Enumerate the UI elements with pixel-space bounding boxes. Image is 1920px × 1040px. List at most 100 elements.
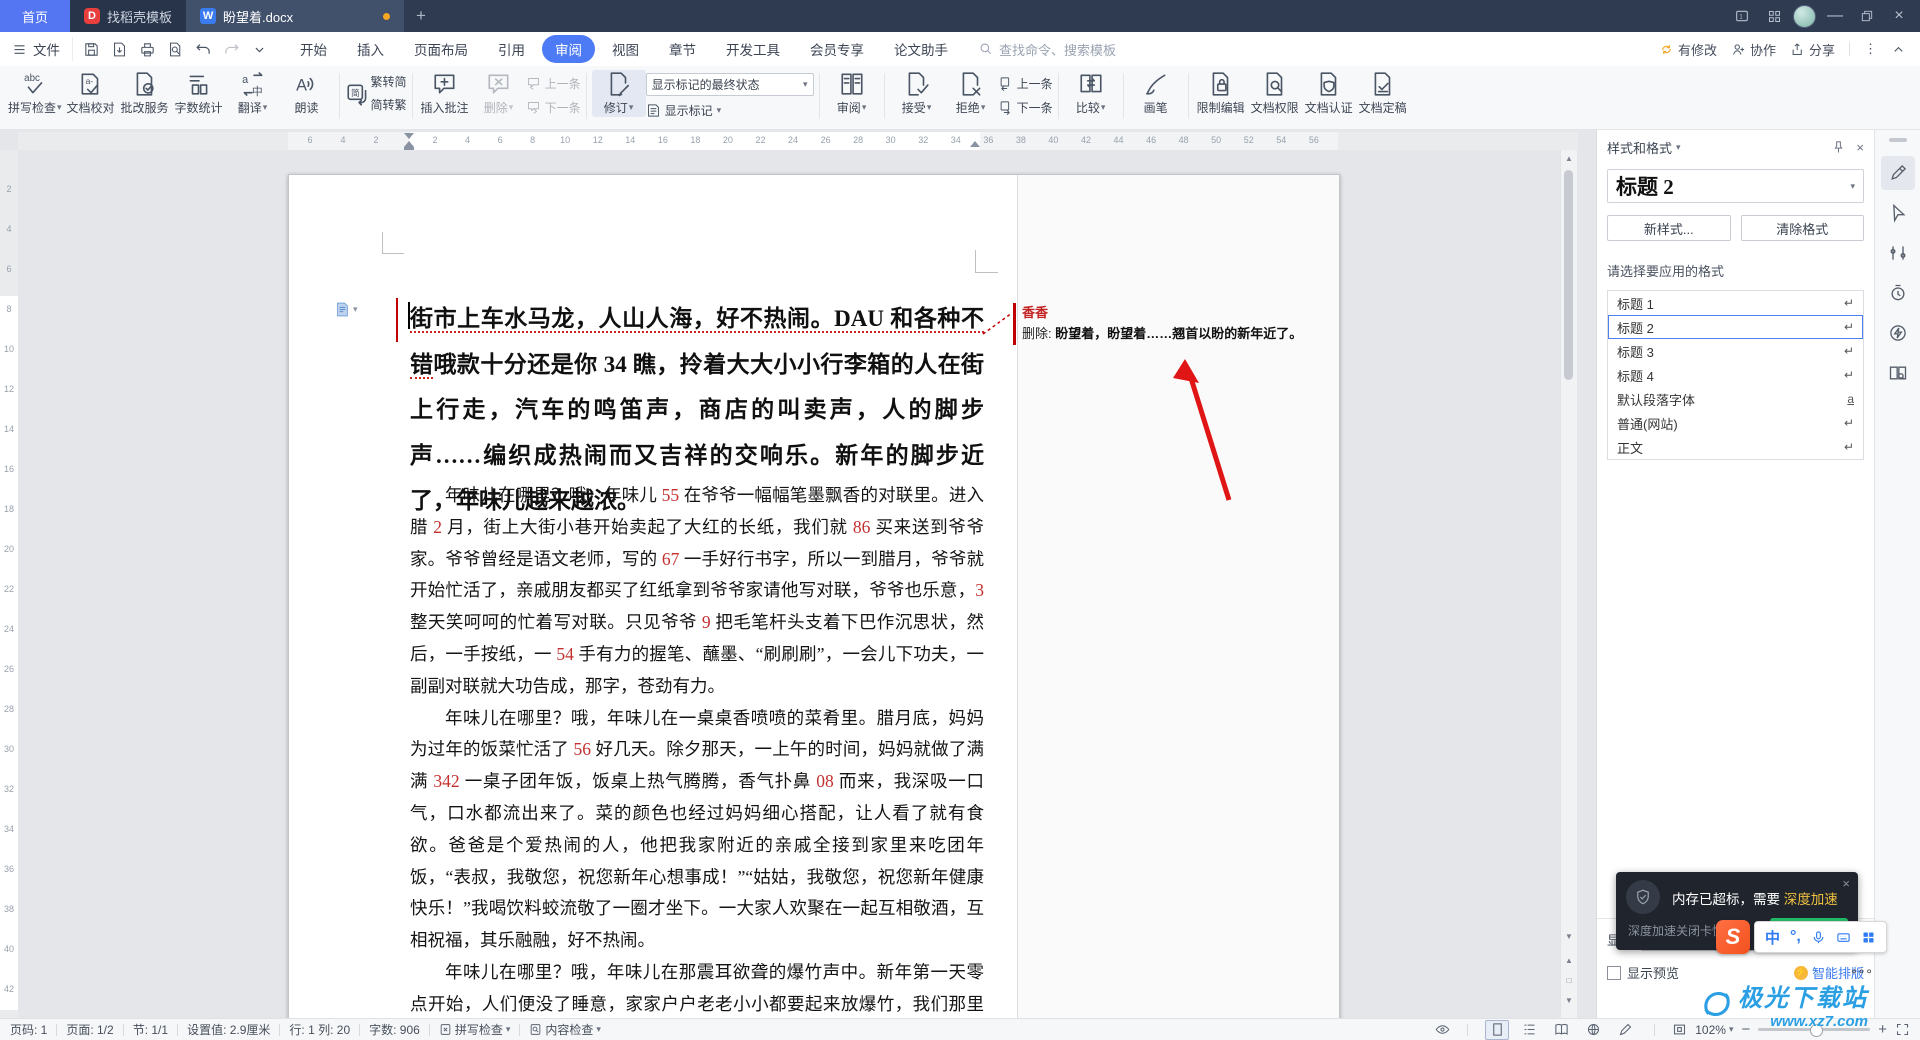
ribbon-spellcheck-button[interactable]: abc拼写检查▾: [6, 70, 64, 117]
ribbon-revise-button[interactable]: 修订▾: [592, 70, 646, 117]
ribbon-read-aloud-button[interactable]: A朗读: [280, 70, 334, 117]
pin-icon[interactable]: [1831, 140, 1846, 155]
style-item-正文[interactable]: 正文↵: [1608, 435, 1863, 459]
ribbon-nav-next-button[interactable]: 下一条: [526, 99, 581, 116]
limited-free-icon[interactable]: [1881, 276, 1915, 310]
adjust-settings-icon[interactable]: [1881, 236, 1915, 270]
menu-开始[interactable]: 开始: [287, 35, 340, 63]
style-item-标题 2[interactable]: 标题 2↵: [1608, 315, 1863, 339]
zoom-in-button[interactable]: +: [1878, 1021, 1887, 1038]
print-preview-icon[interactable]: [163, 37, 187, 61]
user-avatar[interactable]: [1793, 5, 1816, 28]
preview-checkbox[interactable]: [1607, 966, 1621, 980]
collaborate-button[interactable]: 协作: [1731, 40, 1776, 59]
reader-view-icon[interactable]: [1881, 356, 1915, 390]
sogou-logo-icon[interactable]: S: [1716, 920, 1750, 954]
ribbon-brush-button[interactable]: 画笔: [1129, 70, 1183, 117]
apps-grid-icon[interactable]: [1761, 5, 1787, 27]
document-viewport[interactable]: [18, 150, 1578, 1018]
collapse-ribbon-icon[interactable]: [1891, 42, 1906, 57]
menu-审阅[interactable]: 审阅: [542, 35, 595, 63]
current-style-box[interactable]: 标题 2 ▾: [1607, 169, 1864, 203]
fit-page-icon[interactable]: [1672, 1022, 1687, 1037]
ribbon-doc-grade-button[interactable]: 批改服务: [118, 70, 172, 117]
status-item[interactable]: 节: 1/1: [133, 1021, 168, 1038]
style-item-默认段落字体[interactable]: 默认段落字体a: [1608, 387, 1863, 411]
panel-title[interactable]: 样式和格式▾: [1607, 138, 1681, 157]
content-check-status[interactable]: 内容检查▾: [529, 1021, 601, 1038]
save-icon[interactable]: [79, 37, 103, 61]
export-icon[interactable]: [107, 37, 131, 61]
edit-pen-icon[interactable]: [1881, 156, 1915, 190]
book-view-icon[interactable]: [1549, 1020, 1573, 1040]
menu-开发工具[interactable]: 开发工具: [713, 35, 793, 63]
ink-view-icon[interactable]: [1613, 1020, 1637, 1040]
home-tab[interactable]: 首页: [0, 0, 70, 32]
status-item[interactable]: 设置值: 2.9厘米: [187, 1021, 270, 1038]
menu-论文助手[interactable]: 论文助手: [881, 35, 961, 63]
ribbon-translate-button[interactable]: a中翻译▾: [226, 70, 280, 117]
scroll-up-icon[interactable]: ▲: [1561, 154, 1577, 163]
ime-toolbox-icon[interactable]: [1861, 930, 1876, 945]
page-view-icon[interactable]: [1485, 1020, 1509, 1040]
quick-access-more-icon[interactable]: [247, 37, 271, 61]
simp-to-trad-button[interactable]: 简转繁: [371, 96, 407, 113]
minimize-button[interactable]: —: [1822, 5, 1848, 27]
new-style-button[interactable]: 新样式...: [1607, 215, 1731, 241]
translate-window-icon[interactable]: 1: [1729, 5, 1755, 27]
ribbon-restrict-button[interactable]: 限制编辑: [1194, 70, 1248, 117]
ribbon-doc-proof-button[interactable]: a-文档校对: [64, 70, 118, 117]
docer-template-tab[interactable]: D 找稻壳模板: [70, 0, 186, 32]
style-item-标题 4[interactable]: 标题 4↵: [1608, 363, 1863, 387]
ribbon-nav-prev-button[interactable]: 上一条: [526, 75, 581, 92]
cursor-select-icon[interactable]: [1881, 196, 1915, 230]
menu-插入[interactable]: 插入: [344, 35, 397, 63]
microphone-icon[interactable]: [1811, 930, 1826, 945]
ribbon-compare-button[interactable]: 比较▾: [1064, 70, 1118, 117]
previous-page-icon[interactable]: ▲: [1561, 956, 1577, 965]
status-item[interactable]: 页面: 1/2: [66, 1021, 113, 1038]
deep-boost-link[interactable]: 深度加速: [1784, 892, 1838, 907]
print-icon[interactable]: [135, 37, 159, 61]
menu-引用[interactable]: 引用: [485, 35, 538, 63]
document-tab[interactable]: W 盼望着.docx: [186, 0, 404, 32]
markup-state-dropdown[interactable]: 显示标记的最终状态▾: [646, 73, 814, 96]
ime-language-toggle[interactable]: 中: [1765, 927, 1780, 948]
close-button[interactable]: ×: [1886, 5, 1912, 27]
drag-handle[interactable]: [1889, 138, 1907, 142]
modified-status[interactable]: 有修改: [1659, 40, 1717, 59]
ribbon-change-prev-button[interactable]: 上一条: [998, 75, 1053, 92]
style-item-标题 3[interactable]: 标题 3↵: [1608, 339, 1863, 363]
ribbon-comment-add-button[interactable]: 插入批注: [418, 70, 472, 117]
ribbon-doc-cert-button[interactable]: 文档认证: [1302, 70, 1356, 117]
menu-章节[interactable]: 章节: [656, 35, 709, 63]
ribbon-review-pane-button[interactable]: 审阅▾: [825, 70, 879, 117]
keyboard-icon[interactable]: [1836, 930, 1851, 945]
status-item[interactable]: 页码: 1: [10, 1021, 47, 1038]
style-item-标题 1[interactable]: 标题 1↵: [1608, 291, 1863, 315]
status-item[interactable]: 字数: 906: [369, 1021, 420, 1038]
horizontal-ruler[interactable]: 6422468101214161820222426283032343638404…: [18, 132, 1578, 151]
trad-to-simp-button[interactable]: 繁转简: [371, 73, 407, 90]
menu-视图[interactable]: 视图: [599, 35, 652, 63]
scrollbar-thumb[interactable]: [1564, 170, 1573, 380]
vertical-scrollbar[interactable]: ▲ ▼ ▲ □ ▼: [1560, 150, 1577, 1018]
fullscreen-icon[interactable]: [1895, 1022, 1910, 1037]
spellcheck-status[interactable]: 拼写检查▾: [439, 1021, 511, 1038]
quick-tools-icon[interactable]: [1881, 316, 1915, 350]
panel-close-icon[interactable]: ×: [1856, 140, 1864, 155]
eye-protect-icon[interactable]: [1435, 1022, 1450, 1037]
next-page-icon[interactable]: ▼: [1561, 996, 1577, 1005]
ribbon-change-next-button[interactable]: 下一条: [998, 99, 1053, 116]
scroll-down-icon[interactable]: ▼: [1561, 932, 1577, 941]
command-search[interactable]: 查找命令、搜索模板: [979, 40, 1116, 59]
ime-punctuation-icon[interactable]: °,: [1790, 928, 1801, 946]
ribbon-doc-final-button[interactable]: 文档定稿: [1356, 70, 1410, 117]
menu-会员专享[interactable]: 会员专享: [797, 35, 877, 63]
vertical-ruler[interactable]: 24681012141618202224262830323436384042: [0, 150, 19, 1018]
clear-format-button[interactable]: 清除格式: [1741, 215, 1865, 241]
menu-页面布局[interactable]: 页面布局: [401, 35, 481, 63]
web-view-icon[interactable]: [1581, 1020, 1605, 1040]
document-page[interactable]: [288, 174, 1340, 1018]
ribbon-accept-button[interactable]: 接受▾: [890, 70, 944, 117]
